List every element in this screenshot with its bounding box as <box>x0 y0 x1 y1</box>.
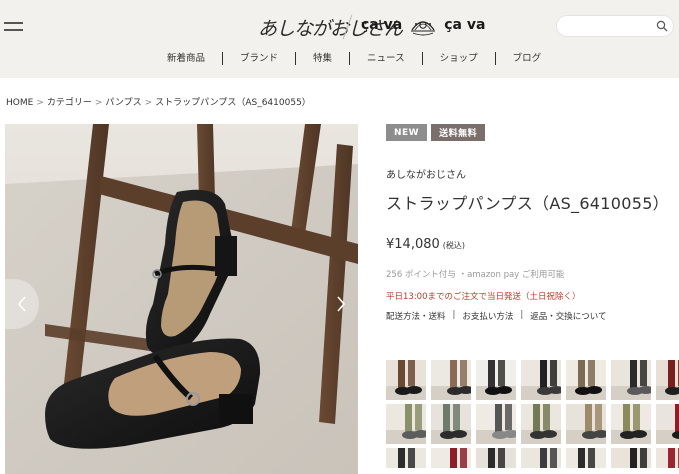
product-thumbnail[interactable] <box>611 360 651 400</box>
product-price: ¥14,080 (税込) <box>386 237 465 252</box>
tax-note: (税込) <box>442 241 466 250</box>
chevron-right-icon <box>337 296 346 312</box>
nav-item-news[interactable]: ニュース <box>350 51 423 65</box>
free-shipping-badge: 送料無料 <box>431 124 486 141</box>
cava-wordmark-right: ça va <box>444 17 486 33</box>
nav-item-features[interactable]: 特集 <box>296 51 351 65</box>
product-thumbnail[interactable] <box>386 404 426 444</box>
nav-item-brand[interactable]: ブランド <box>223 51 297 65</box>
product-thumbnail[interactable] <box>611 448 651 468</box>
nav-item-blog[interactable]: ブログ <box>496 52 559 65</box>
product-thumbnail[interactable] <box>566 360 606 400</box>
product-thumbnail[interactable] <box>566 404 606 444</box>
hamburger-menu-icon[interactable] <box>4 19 23 33</box>
breadcrumb-pumps[interactable]: パンプス <box>105 98 141 108</box>
search-input[interactable] <box>565 18 655 34</box>
breadcrumb-home[interactable]: HOME <box>6 98 33 108</box>
cava-emblem-icon <box>411 21 436 36</box>
product-thumbnail[interactable] <box>476 404 516 444</box>
link-separator: | <box>452 310 456 320</box>
main-nav: 新着商品 ブランド 特集 ニュース ショップ ブログ <box>150 48 590 68</box>
cava-logo[interactable]: ça va ça va <box>361 10 485 40</box>
same-day-shipping-notice: 平日13:00までのご注文で当日発送（土日祝除く） <box>386 292 581 302</box>
product-thumbnail[interactable] <box>521 360 561 400</box>
payment-link[interactable]: お支払い方法 <box>462 310 513 322</box>
price-value: ¥14,080 <box>386 237 440 252</box>
site-header: あしながおじさん ça va ça va 新着商品 ブランド 特集 ニュース シ… <box>0 0 679 78</box>
chevron-left-icon <box>17 296 26 312</box>
nav-item-shop[interactable]: ショップ <box>423 51 496 65</box>
product-thumbnail[interactable] <box>431 404 471 444</box>
info-links: 配送方法・送料 | お支払い方法 | 返品・交換について <box>386 310 607 322</box>
product-thumbnail[interactable] <box>386 360 426 400</box>
nav-item-new-arrivals[interactable]: 新着商品 <box>150 51 224 65</box>
shipping-link[interactable]: 配送方法・送料 <box>386 310 446 322</box>
search-icon[interactable] <box>656 20 668 32</box>
product-thumbnail[interactable] <box>476 448 516 468</box>
breadcrumb-separator: > <box>94 98 103 108</box>
product-thumbnail[interactable] <box>656 448 679 468</box>
product-thumbnail[interactable] <box>431 448 471 468</box>
breadcrumb-category[interactable]: カテゴリー <box>47 98 92 108</box>
image-next-button[interactable] <box>324 279 358 329</box>
breadcrumb-separator: > <box>144 98 153 108</box>
cava-wordmark-left: ça va <box>361 17 403 33</box>
breadcrumb: HOME > カテゴリー > パンプス > ストラップパンプス（AS_6410055） <box>6 95 311 108</box>
breadcrumb-current: ストラップパンプス（AS_6410055） <box>155 98 311 108</box>
search-box[interactable] <box>556 15 674 37</box>
returns-link[interactable]: 返品・交換について <box>530 310 606 322</box>
product-thumbnail[interactable] <box>656 360 679 400</box>
product-thumbnail[interactable] <box>566 448 606 468</box>
product-thumbnail[interactable] <box>656 404 679 444</box>
product-thumbnail[interactable] <box>386 448 426 468</box>
product-thumbnail[interactable] <box>521 404 561 444</box>
product-main-image[interactable] <box>5 124 358 474</box>
product-brand[interactable]: あしながおじさん <box>386 166 466 181</box>
product-thumbnail[interactable] <box>431 360 471 400</box>
product-badges: NEW 送料無料 <box>386 124 486 141</box>
product-title: ストラップパンプス（AS_6410055） <box>386 194 669 213</box>
points-info: 256 ポイント付与 ・amazon pay ご利用可能 <box>386 270 565 280</box>
breadcrumb-separator: > <box>36 98 44 108</box>
link-separator: | <box>520 310 524 320</box>
product-photo-shoes-on-chair <box>5 124 358 474</box>
product-thumbnail[interactable] <box>521 448 561 468</box>
new-badge: NEW <box>386 124 428 141</box>
product-thumbnail[interactable] <box>476 360 516 400</box>
product-thumbnail[interactable] <box>611 404 651 444</box>
